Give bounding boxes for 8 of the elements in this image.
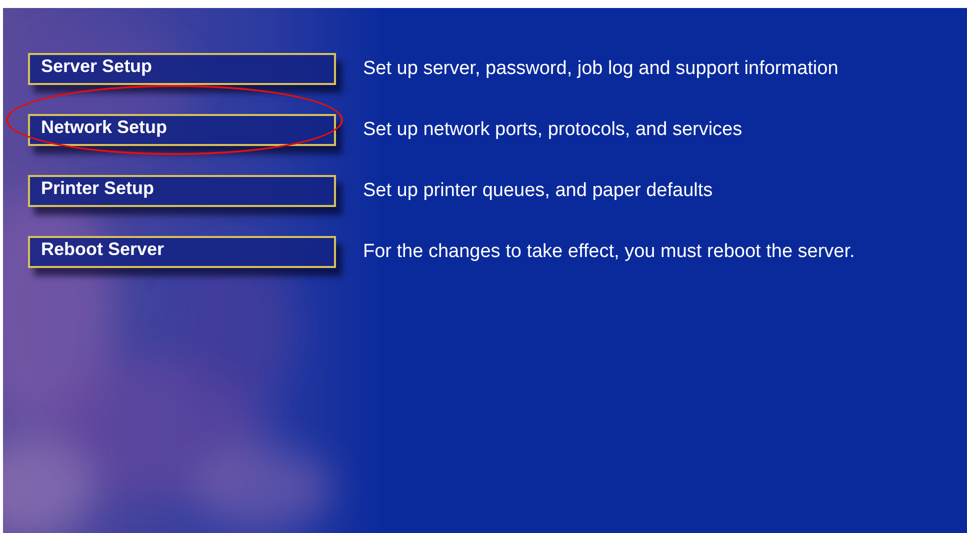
menu-description: Set up network ports, protocols, and services xyxy=(363,118,742,140)
menu-description: Set up server, password, job log and support information xyxy=(363,58,838,80)
menu-button[interactable]: Network Setup xyxy=(28,114,336,146)
menu-button[interactable]: Reboot Server xyxy=(28,236,336,268)
menu-button[interactable]: Printer Setup xyxy=(28,174,336,206)
menu-description: For the changes to take effect, you must reboot the server. xyxy=(363,240,855,262)
menu-button[interactable]: Server Setup xyxy=(28,52,336,84)
menu-description: Set up printer queues, and paper defaults xyxy=(363,180,713,202)
